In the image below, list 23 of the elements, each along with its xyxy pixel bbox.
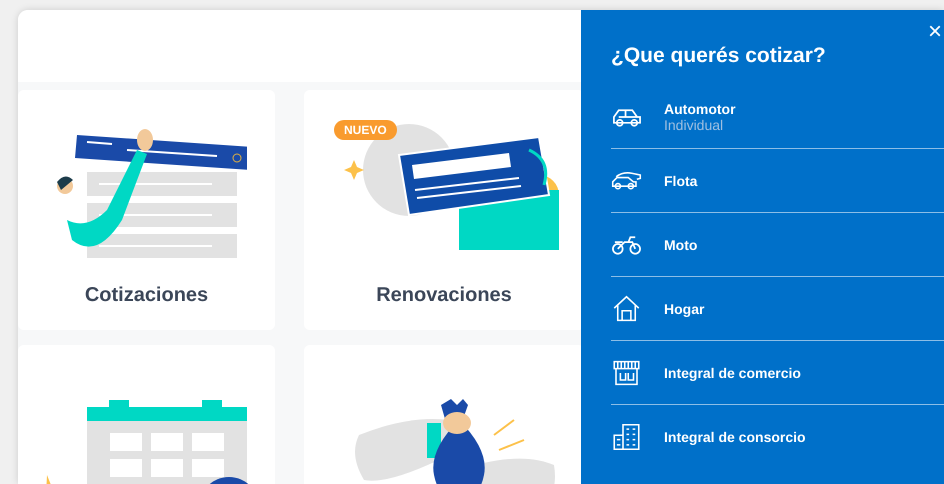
menu-item[interactable]: Automotor Individual: [611, 86, 944, 149]
option-card[interactable]: Cotizaciones: [18, 90, 275, 330]
store-icon: [611, 358, 642, 386]
item-label: Moto: [664, 236, 698, 252]
item-label: Automotor: [664, 101, 736, 117]
panel-title: ¿Que querés cotizar?: [611, 44, 827, 68]
item-label: Hogar: [664, 300, 704, 316]
item-label: Integral de consorcio: [664, 428, 806, 444]
item-sublabel: Individual: [664, 117, 724, 133]
new-badge: NUEVO: [334, 120, 397, 140]
menu-item[interactable]: Integral de consorcio: [611, 405, 944, 468]
menu-item[interactable]: Hogar: [611, 277, 944, 341]
house-icon: [611, 294, 642, 322]
card-title: Renovaciones: [376, 284, 512, 307]
item-label: Flota: [664, 172, 698, 188]
close-button[interactable]: ×: [926, 20, 944, 44]
menu-item[interactable]: Flota: [611, 149, 944, 213]
menu-item[interactable]: Moto: [611, 213, 944, 277]
building-icon: [611, 422, 642, 450]
menu-item[interactable]: Integral de comercio: [611, 341, 944, 405]
item-label: Integral de comercio: [664, 364, 801, 380]
card-title: Cotizaciones: [84, 284, 208, 307]
option-card[interactable]: NUEVO Renovaciones: [304, 90, 581, 330]
